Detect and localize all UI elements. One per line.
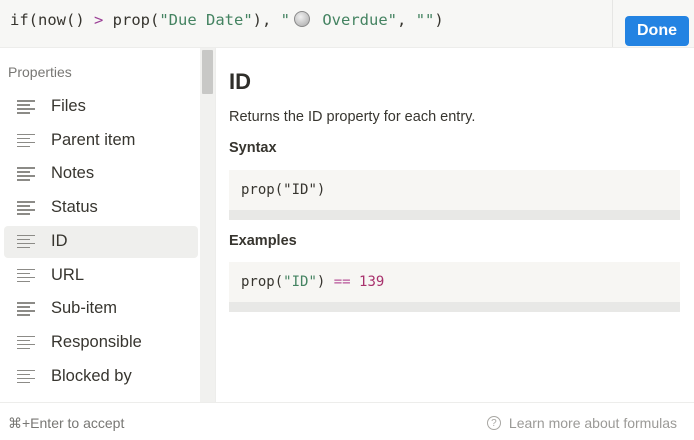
formula-operator: > — [94, 11, 104, 29]
sidebar-item-label: URL — [51, 265, 85, 284]
text-property-icon — [17, 201, 35, 216]
formula-string: "Due Date" — [159, 11, 253, 29]
text-property-icon — [17, 369, 35, 385]
text-property-icon — [17, 100, 35, 115]
doc-title: ID — [229, 69, 251, 94]
example-code-scrollbar[interactable] — [229, 302, 680, 312]
accept-hint: ⌘+Enter to accept — [8, 415, 125, 431]
sidebar-item[interactable]: Files — [4, 91, 198, 123]
sidebar-item-label: Notes — [51, 164, 95, 183]
formula-token: if(now() — [10, 11, 94, 29]
sidebar-item[interactable]: Sub-item — [4, 293, 198, 325]
example-code-block: prop("ID") == 139 — [229, 262, 680, 302]
sidebar-item-label: Status — [51, 198, 98, 217]
sidebar-scrollbar-thumb[interactable] — [202, 50, 213, 94]
divider — [612, 0, 613, 47]
formula-token: prop( — [103, 11, 160, 29]
sidebar-item[interactable]: Blocked by — [4, 361, 198, 393]
doc-description: Returns the ID property for each entry. — [229, 109, 476, 125]
formula-token: , — [397, 11, 416, 29]
sidebar-item-label: Parent item — [51, 130, 136, 149]
footer-bar: ⌘+Enter to accept ? Learn more about for… — [0, 402, 694, 440]
code-token: ) — [316, 274, 334, 290]
code-token: prop( — [241, 274, 284, 290]
text-property-icon — [17, 167, 35, 182]
code-token: "ID" — [283, 182, 317, 198]
sidebar-item-label: Sub-item — [51, 299, 118, 318]
formula-string: "" — [415, 11, 435, 29]
learn-more-label: Learn more about formulas — [508, 415, 677, 431]
stopwatch-icon — [294, 11, 311, 27]
syntax-heading: Syntax — [229, 140, 277, 156]
text-property-icon — [17, 133, 35, 149]
sidebar-item-label: Responsible — [51, 332, 142, 351]
formula-token: ), — [252, 11, 281, 29]
done-button[interactable]: Done — [625, 16, 689, 46]
code-operator: == — [333, 274, 351, 290]
formula-input[interactable]: if(now() > prop("Due Date"), " Overdue",… — [10, 11, 444, 29]
sidebar-heading: Properties — [8, 64, 72, 80]
formula-token: ) — [434, 11, 444, 29]
sidebar-item[interactable]: Status — [4, 192, 198, 224]
code-string: "ID" — [283, 274, 317, 290]
text-property-icon — [17, 335, 35, 351]
examples-heading: Examples — [229, 233, 297, 249]
sidebar-item[interactable]: URL — [4, 260, 198, 292]
code-number: 139 — [350, 274, 385, 290]
formula-string: Overdue" — [313, 11, 398, 29]
sidebar-item-label: ID — [51, 231, 68, 250]
sidebar-item-label: Files — [51, 97, 86, 115]
help-circle-icon: ? — [486, 416, 501, 430]
sidebar-item[interactable]: Parent item — [4, 125, 198, 157]
syntax-code-scrollbar[interactable] — [229, 210, 680, 220]
documentation-panel: ID Returns the ID property for each entr… — [216, 48, 694, 402]
text-property-icon — [17, 234, 35, 250]
text-property-icon — [17, 302, 35, 317]
properties-sidebar: Properties Files Parent item Notes Status ID… — [0, 48, 216, 402]
formula-string: " — [280, 11, 291, 29]
sidebar-item-label: Blocked by — [51, 366, 132, 385]
code-token: ) — [316, 182, 326, 198]
sidebar-scrollbar[interactable] — [200, 48, 215, 402]
learn-more-link[interactable]: ? Learn more about formulas — [486, 415, 677, 431]
code-token: prop( — [241, 182, 284, 198]
formula-editor[interactable]: if(now() > prop("Due Date"), " Overdue",… — [0, 0, 694, 48]
sidebar-item[interactable]: Responsible — [4, 327, 198, 359]
sidebar-item[interactable]: ID — [4, 225, 198, 258]
text-property-icon — [17, 268, 35, 284]
sidebar-item[interactable]: Notes — [4, 158, 198, 190]
syntax-code-block: prop("ID") — [229, 170, 680, 210]
